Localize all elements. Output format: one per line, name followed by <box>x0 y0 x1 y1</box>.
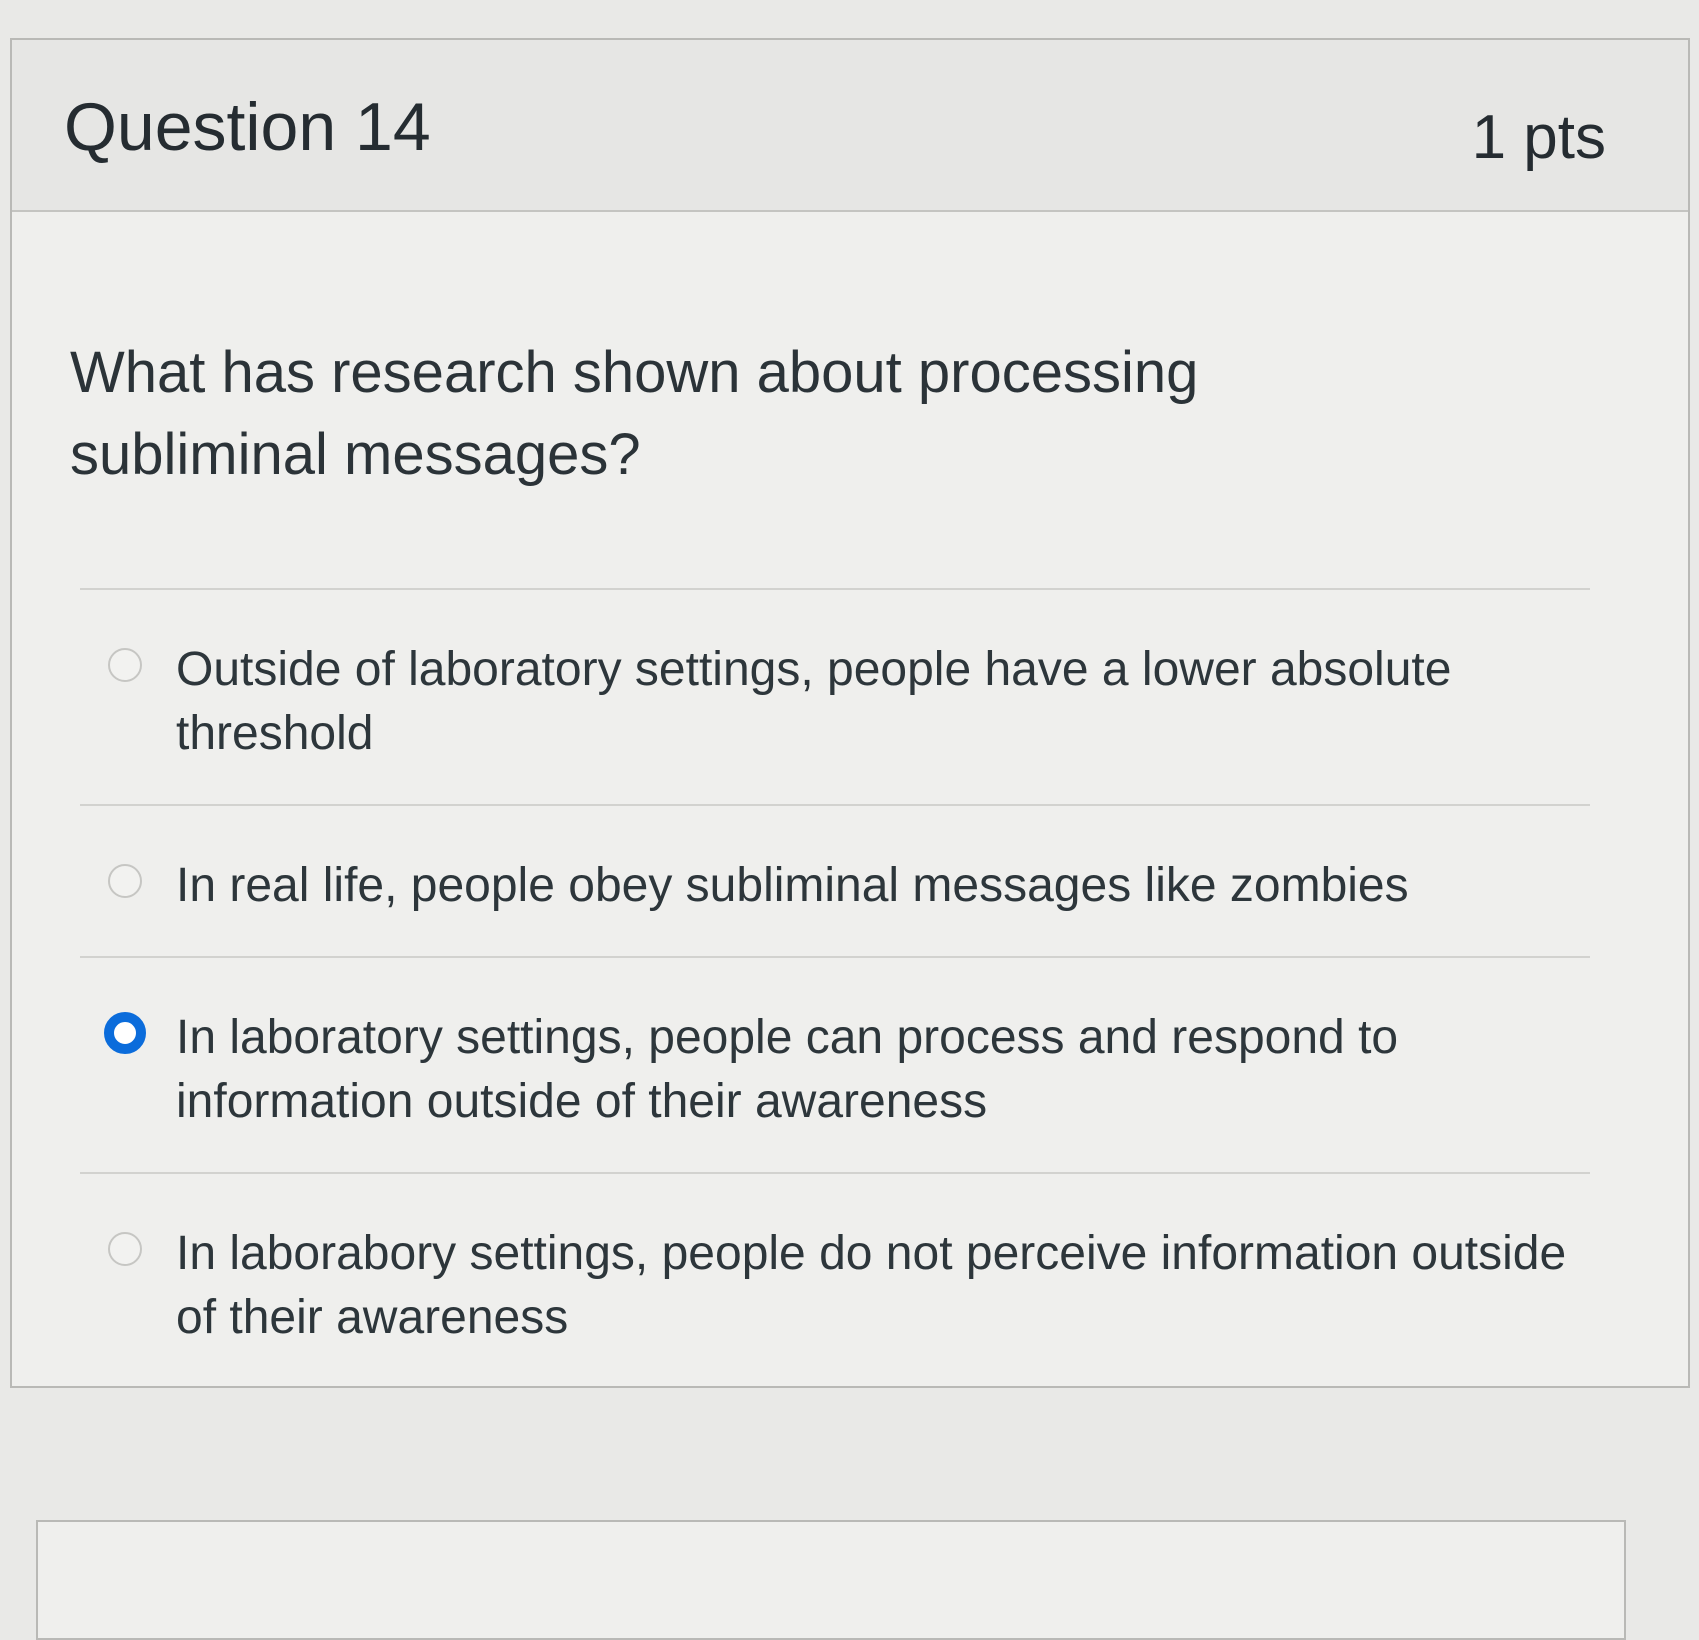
answer-option-4[interactable]: In laborabory settings, people do not pe… <box>80 1172 1590 1388</box>
next-question-card <box>36 1520 1626 1640</box>
answer-option-label[interactable]: In laborabory settings, people do not pe… <box>176 1222 1570 1350</box>
radio-button-unselected-icon[interactable] <box>108 1232 142 1266</box>
answer-list: Outside of laboratory settings, people h… <box>80 588 1590 1388</box>
answer-option-1[interactable]: Outside of laboratory settings, people h… <box>80 588 1590 804</box>
question-text: What has research shown about processing… <box>70 340 1199 487</box>
answer-option-3[interactable]: In laboratory settings, people can proce… <box>80 956 1590 1172</box>
question-points: 1 pts <box>1471 103 1606 172</box>
question-card: Question 14 1 pts What has research show… <box>10 38 1690 1388</box>
radio-button-selected-icon[interactable] <box>104 1012 146 1054</box>
answer-option-label[interactable]: In real life, people obey subliminal mes… <box>176 854 1570 918</box>
radio-button-unselected-icon[interactable] <box>108 864 142 898</box>
answer-option-label[interactable]: In laboratory settings, people can proce… <box>176 1006 1570 1134</box>
answer-option-2[interactable]: In real life, people obey subliminal mes… <box>80 804 1590 956</box>
question-header: Question 14 1 pts <box>12 40 1688 212</box>
question-title: Question 14 <box>64 89 431 165</box>
answer-option-label[interactable]: Outside of laboratory settings, people h… <box>176 638 1570 766</box>
radio-button-unselected-icon[interactable] <box>108 648 142 682</box>
